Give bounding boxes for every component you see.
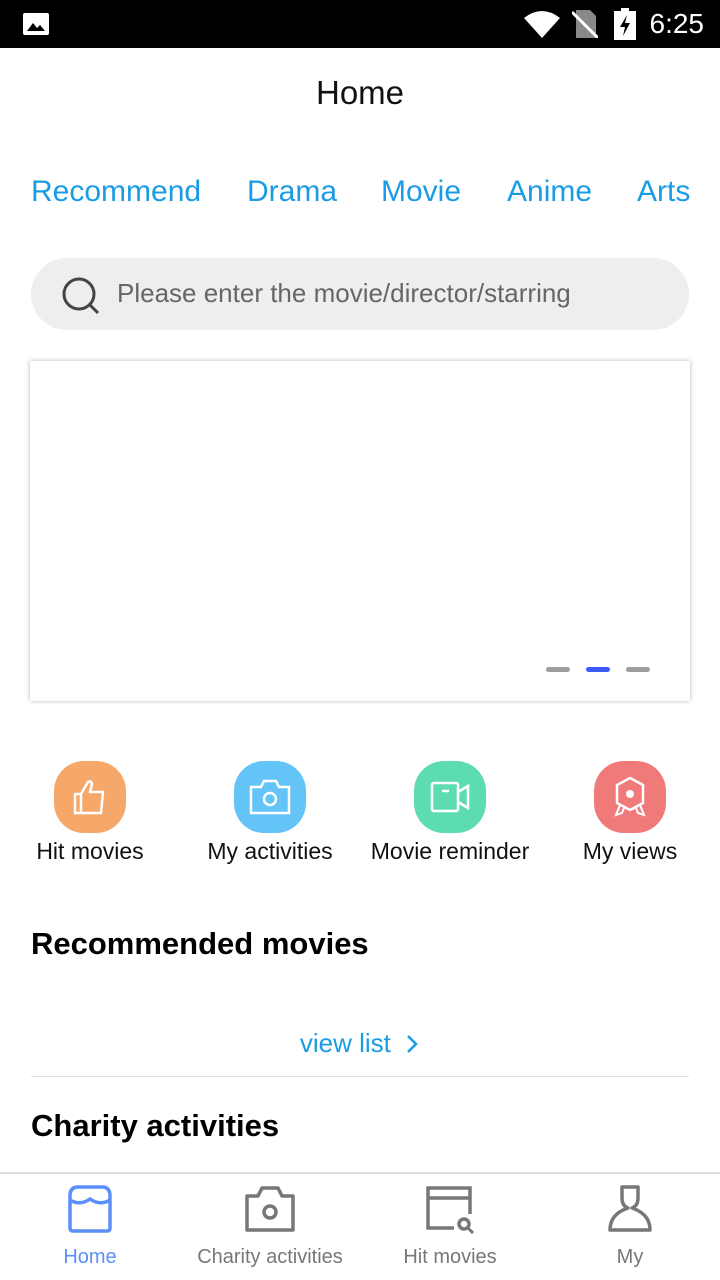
no-sim-icon — [572, 10, 598, 38]
store-icon — [68, 1185, 112, 1233]
hit-movies-label: Hit movies — [36, 838, 144, 864]
banner-carousel[interactable] — [30, 361, 690, 701]
clock: 6:25 — [649, 8, 705, 39]
tab-drama[interactable]: Drama — [247, 175, 337, 209]
thumbs-up-icon — [73, 780, 105, 815]
view-list-label: view list — [299, 1028, 391, 1058]
carousel-dot[interactable] — [626, 667, 650, 672]
video-icon — [430, 781, 470, 813]
chevron-right-icon — [407, 1035, 418, 1053]
movie-reminder-label: Movie reminder — [370, 838, 530, 864]
tab-recommend[interactable]: Recommend — [31, 175, 201, 209]
recommended-movies-heading: Recommended movies — [31, 926, 369, 961]
movie-reminder-button[interactable] — [414, 761, 486, 833]
nav-charity-activities[interactable]: Charity activities — [180, 1184, 360, 1269]
my-activities-button[interactable] — [234, 761, 306, 833]
nav-my[interactable]: My — [540, 1184, 720, 1269]
camera-icon — [245, 1186, 295, 1232]
user-icon — [608, 1185, 652, 1232]
calendar-search-icon — [426, 1186, 475, 1234]
tab-anime[interactable]: Anime — [507, 175, 592, 209]
view-list-link[interactable]: view list — [0, 1028, 720, 1059]
bottom-nav: Home Charity activities Hit movies My — [0, 1172, 720, 1280]
camera-icon — [249, 779, 291, 815]
hit-movies-button[interactable] — [54, 761, 126, 833]
my-activities-label: My activities — [207, 838, 333, 864]
tab-movie[interactable]: Movie — [381, 175, 461, 209]
nav-home[interactable]: Home — [0, 1184, 180, 1269]
search-icon — [62, 277, 100, 315]
divider — [31, 1076, 689, 1077]
search-placeholder: Please enter the movie/director/starring — [117, 278, 571, 308]
my-views-label: My views — [582, 838, 678, 864]
tab-arts[interactable]: Arts — [637, 175, 690, 209]
wifi-icon — [524, 11, 560, 38]
carousel-dot-active[interactable] — [586, 667, 610, 672]
carousel-dot[interactable] — [546, 667, 570, 672]
nav-my-label: My — [616, 1246, 644, 1268]
nav-hit-movies-label: Hit movies — [403, 1246, 497, 1268]
nav-home-label: Home — [63, 1246, 117, 1268]
badge-icon — [614, 776, 646, 817]
image-notification-icon — [23, 13, 49, 35]
charity-activities-heading: Charity activities — [31, 1108, 280, 1143]
battery-charging-icon — [614, 8, 636, 40]
nav-hit-movies[interactable]: Hit movies — [360, 1184, 540, 1269]
search-input[interactable]: Please enter the movie/director/starring — [31, 258, 689, 330]
nav-charity-label: Charity activities — [197, 1246, 343, 1268]
my-views-button[interactable] — [594, 761, 666, 833]
status-bar: 6:25 — [0, 0, 720, 48]
page-title: Home — [315, 74, 405, 111]
